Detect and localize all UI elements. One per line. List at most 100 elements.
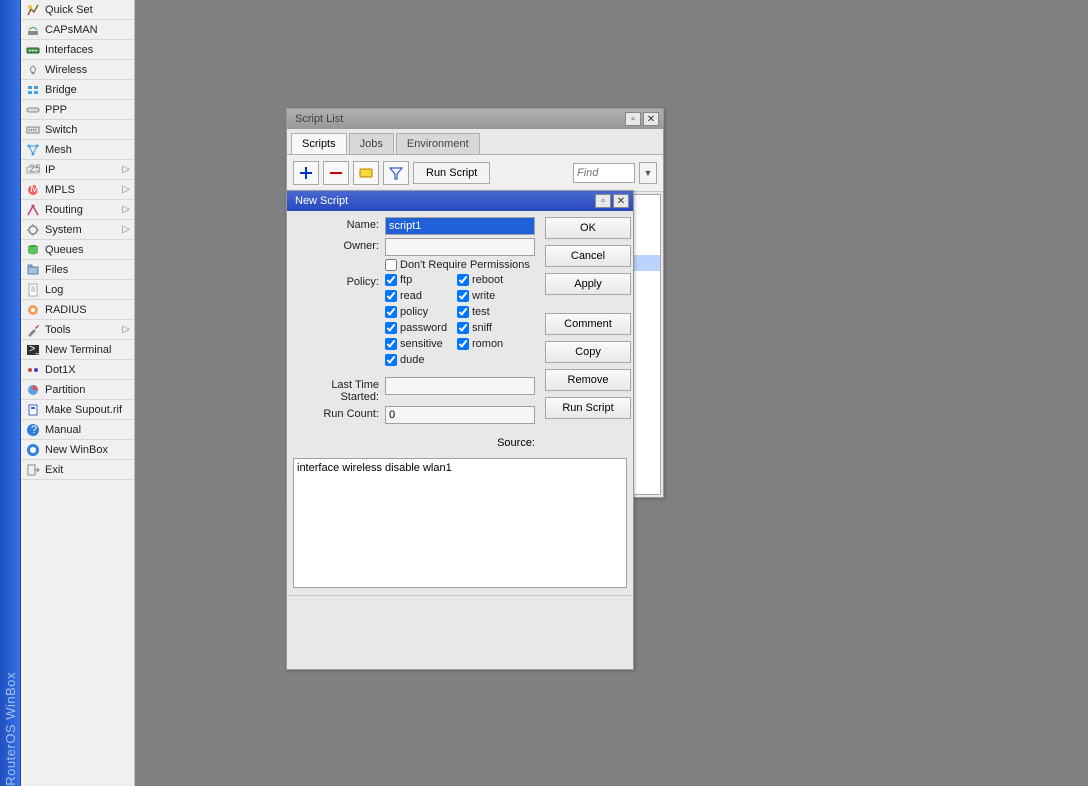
system-icon xyxy=(25,222,41,238)
policy-read[interactable]: read xyxy=(385,290,453,302)
comment-button[interactable]: Comment xyxy=(545,313,631,335)
close-button[interactable]: ✕ xyxy=(643,112,659,126)
tab-environment[interactable]: Environment xyxy=(396,133,480,154)
radius-icon xyxy=(25,302,41,318)
sidebar-item-bridge[interactable]: Bridge xyxy=(21,80,134,100)
interfaces-icon xyxy=(25,42,41,58)
sidebar-item-quick-set[interactable]: Quick Set xyxy=(21,0,134,20)
add-button[interactable] xyxy=(293,161,319,185)
sidebar-item-routing[interactable]: Routing▷ xyxy=(21,200,134,220)
copy-button[interactable]: Copy xyxy=(545,341,631,363)
titlebar-script-list[interactable]: Script List ▫ ✕ xyxy=(287,109,663,129)
newwinbox-icon xyxy=(25,442,41,458)
sidebar-item-label: New WinBox xyxy=(45,444,108,456)
cancel-button[interactable]: Cancel xyxy=(545,245,631,267)
policy-test-checkbox[interactable] xyxy=(457,306,469,318)
policy-test[interactable]: test xyxy=(457,306,525,318)
minimize-button[interactable]: ▫ xyxy=(625,112,641,126)
sidebar-item-ip[interactable]: 255IP▷ xyxy=(21,160,134,180)
sidebar-item-make-supout-rif[interactable]: Make Supout.rif xyxy=(21,400,134,420)
sidebar-item-label: Quick Set xyxy=(45,4,93,16)
apply-button[interactable]: Apply xyxy=(545,273,631,295)
policy-policy-label: policy xyxy=(400,306,428,318)
close-button[interactable]: ✕ xyxy=(613,194,629,208)
policy-password-label: password xyxy=(400,322,447,334)
sidebar-item-exit[interactable]: Exit xyxy=(21,460,134,480)
remove-button[interactable] xyxy=(323,161,349,185)
run-script-button[interactable]: Run Script xyxy=(413,162,490,184)
policy-dude-label: dude xyxy=(400,354,424,366)
filter-button[interactable] xyxy=(383,161,409,185)
policy-sniff[interactable]: sniff xyxy=(457,322,525,334)
sidebar-item-interfaces[interactable]: Interfaces xyxy=(21,40,134,60)
sidebar-item-new-terminal[interactable]: >_New Terminal xyxy=(21,340,134,360)
routing-icon xyxy=(25,202,41,218)
sidebar-item-manual[interactable]: ?Manual xyxy=(21,420,134,440)
policy-ftp[interactable]: ftp xyxy=(385,274,453,286)
sidebar-item-ppp[interactable]: PPP xyxy=(21,100,134,120)
sidebar-item-new-winbox[interactable]: New WinBox xyxy=(21,440,134,460)
sidebar-item-system[interactable]: System▷ xyxy=(21,220,134,240)
sidebar-item-label: Mesh xyxy=(45,144,72,156)
policy-reboot-checkbox[interactable] xyxy=(457,274,469,286)
policy-dude[interactable]: dude xyxy=(385,354,453,366)
policy-sensitive-checkbox[interactable] xyxy=(385,338,397,350)
sidebar-item-label: Log xyxy=(45,284,63,296)
tab-scripts[interactable]: Scripts xyxy=(291,133,347,154)
policy-ftp-checkbox[interactable] xyxy=(385,274,397,286)
sidebar-item-radius[interactable]: RADIUS xyxy=(21,300,134,320)
sidebar-item-switch[interactable]: Switch xyxy=(21,120,134,140)
sidebar-item-log[interactable]: Log xyxy=(21,280,134,300)
policy-romon[interactable]: romon xyxy=(457,338,525,350)
policy-password-checkbox[interactable] xyxy=(385,322,397,334)
policy-write-label: write xyxy=(472,290,495,302)
capsman-icon xyxy=(25,22,41,38)
policy-read-checkbox[interactable] xyxy=(385,290,397,302)
sidebar-item-dot1x[interactable]: Dot1X xyxy=(21,360,134,380)
source-textarea[interactable] xyxy=(293,458,627,588)
supout-icon xyxy=(25,402,41,418)
policy-sensitive[interactable]: sensitive xyxy=(385,338,453,350)
sidebar-item-queues[interactable]: Queues xyxy=(21,240,134,260)
find-dropdown-button[interactable]: ▼ xyxy=(639,162,657,184)
policy-dude-checkbox[interactable] xyxy=(385,354,397,366)
policy-password[interactable]: password xyxy=(385,322,453,334)
titlebar-new-script[interactable]: New Script ▫ ✕ xyxy=(287,191,633,211)
checkbox-dont-require[interactable]: Don't Require Permissions xyxy=(385,259,530,271)
sidebar-item-label: Files xyxy=(45,264,68,276)
sidebar-item-files[interactable]: Files xyxy=(21,260,134,280)
policy-policy-checkbox[interactable] xyxy=(385,306,397,318)
brand-label: RouterOS WinBox xyxy=(3,654,18,786)
sidebar-item-label: Interfaces xyxy=(45,44,93,56)
policy-write[interactable]: write xyxy=(457,290,525,302)
owner-input[interactable] xyxy=(385,238,535,256)
policy-sniff-checkbox[interactable] xyxy=(457,322,469,334)
sidebar-item-tools[interactable]: Tools▷ xyxy=(21,320,134,340)
tab-jobs[interactable]: Jobs xyxy=(349,133,394,154)
sidebar-item-partition[interactable]: Partition xyxy=(21,380,134,400)
policy-romon-checkbox[interactable] xyxy=(457,338,469,350)
name-input[interactable] xyxy=(385,217,535,235)
policy-sensitive-label: sensitive xyxy=(400,338,443,350)
remove-button[interactable]: Remove xyxy=(545,369,631,391)
run-script-button[interactable]: Run Script xyxy=(545,397,631,419)
window-new-script: New Script ▫ ✕ Name: Owner: Don't Req xyxy=(286,190,634,670)
policy-policy[interactable]: policy xyxy=(385,306,453,318)
enable-button[interactable] xyxy=(353,161,379,185)
minimize-button[interactable]: ▫ xyxy=(595,194,611,208)
policy-reboot[interactable]: reboot xyxy=(457,274,525,286)
bridge-icon xyxy=(25,82,41,98)
label-owner: Owner: xyxy=(293,238,385,252)
dont-require-checkbox[interactable] xyxy=(385,259,397,271)
sidebar-item-wireless[interactable]: Wireless xyxy=(21,60,134,80)
find-input[interactable] xyxy=(573,163,635,183)
sidebar-item-label: PPP xyxy=(45,104,67,116)
sidebar-item-mesh[interactable]: Mesh xyxy=(21,140,134,160)
sidebar-item-label: Switch xyxy=(45,124,77,136)
sidebar-item-label: New Terminal xyxy=(45,344,111,356)
ok-button[interactable]: OK xyxy=(545,217,631,239)
sidebar-item-label: RADIUS xyxy=(45,304,87,316)
policy-write-checkbox[interactable] xyxy=(457,290,469,302)
sidebar-item-mpls[interactable]: MMPLS▷ xyxy=(21,180,134,200)
sidebar-item-capsman[interactable]: CAPsMAN xyxy=(21,20,134,40)
